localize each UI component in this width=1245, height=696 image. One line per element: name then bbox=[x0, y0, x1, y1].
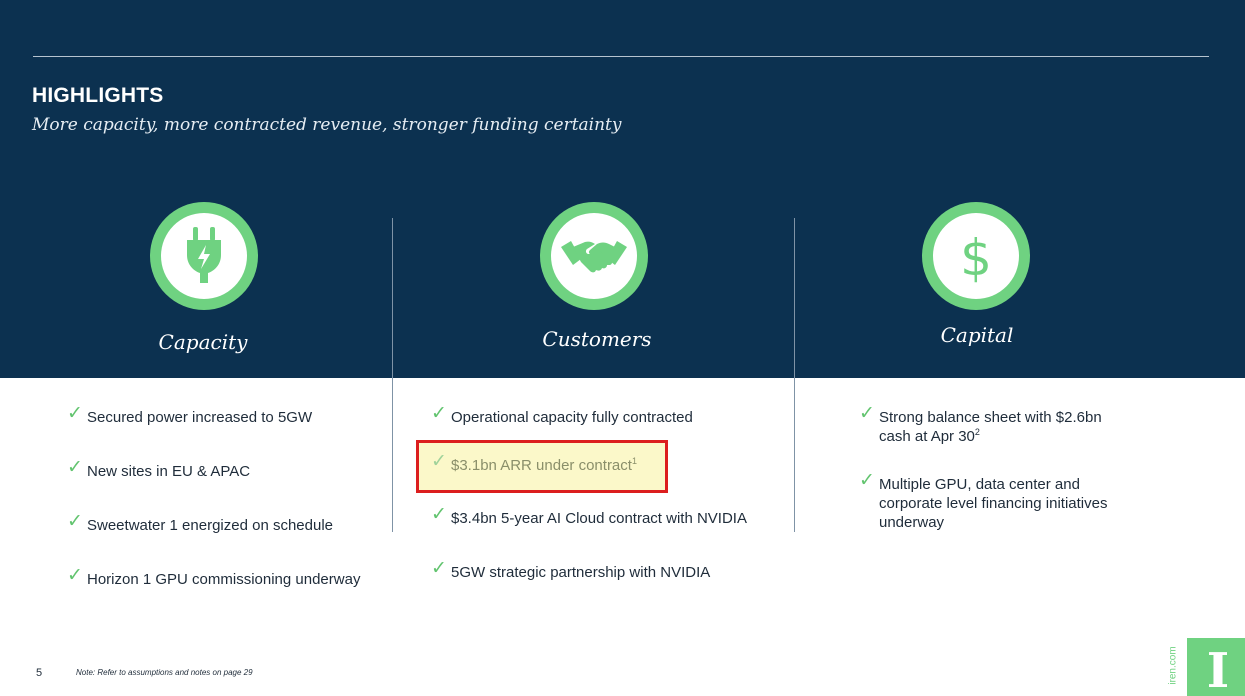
column-title-capital: Capital bbox=[940, 323, 1014, 347]
footnote: Note: Refer to assumptions and notes on … bbox=[76, 668, 253, 677]
checkmark-icon: ✓ bbox=[431, 450, 447, 472]
list-item: ✓ Multiple GPU, data center and corporat… bbox=[859, 469, 1108, 532]
page-number: 5 bbox=[36, 667, 43, 679]
checkmark-icon: ✓ bbox=[67, 402, 83, 424]
list-item: ✓ Horizon 1 GPU commissioning underway bbox=[67, 564, 361, 589]
power-plug-icon bbox=[150, 202, 258, 310]
list-item: ✓ 5GW strategic partnership with NVIDIA bbox=[431, 557, 711, 582]
checkmark-icon: ✓ bbox=[431, 557, 447, 579]
dollar-sign-icon: $ bbox=[922, 202, 1030, 310]
svg-text:$: $ bbox=[960, 229, 992, 287]
brand-logo: I bbox=[1187, 638, 1245, 696]
checkmark-icon: ✓ bbox=[67, 510, 83, 532]
checkmark-icon: ✓ bbox=[859, 402, 875, 424]
checkmark-icon: ✓ bbox=[431, 402, 447, 424]
footnote-marker: 1 bbox=[631, 456, 637, 466]
handshake-icon bbox=[540, 202, 648, 310]
column-divider-2 bbox=[794, 218, 795, 532]
list-item: ✓ Operational capacity fully contracted bbox=[431, 402, 693, 427]
list-item: ✓ $3.4bn 5-year AI Cloud contract with N… bbox=[431, 503, 747, 528]
page-subtitle: More capacity, more contracted revenue, … bbox=[32, 115, 622, 135]
column-title-capacity: Capacity bbox=[158, 330, 248, 354]
header-rule bbox=[33, 56, 1209, 57]
checkmark-icon: ✓ bbox=[67, 456, 83, 478]
website-label: iren.com bbox=[1167, 646, 1179, 685]
column-title-customers: Customers bbox=[542, 327, 652, 351]
page-title: HIGHLIGHTS bbox=[32, 84, 164, 107]
footnote-marker: 2 bbox=[974, 427, 980, 437]
list-item: ✓ Sweetwater 1 energized on schedule bbox=[67, 510, 333, 535]
checkmark-icon: ✓ bbox=[431, 503, 447, 525]
checkmark-icon: ✓ bbox=[67, 564, 83, 586]
column-divider-1 bbox=[392, 218, 393, 532]
list-item: ✓ New sites in EU & APAC bbox=[67, 456, 251, 481]
checkmark-icon: ✓ bbox=[859, 469, 875, 491]
list-item-highlighted: ✓ $3.1bn ARR under contract1 bbox=[431, 450, 637, 475]
list-item: ✓ Strong balance sheet with $2.6bn cash … bbox=[859, 402, 1102, 446]
list-item: ✓ Secured power increased to 5GW bbox=[67, 402, 313, 427]
svg-text:I: I bbox=[1207, 643, 1229, 696]
